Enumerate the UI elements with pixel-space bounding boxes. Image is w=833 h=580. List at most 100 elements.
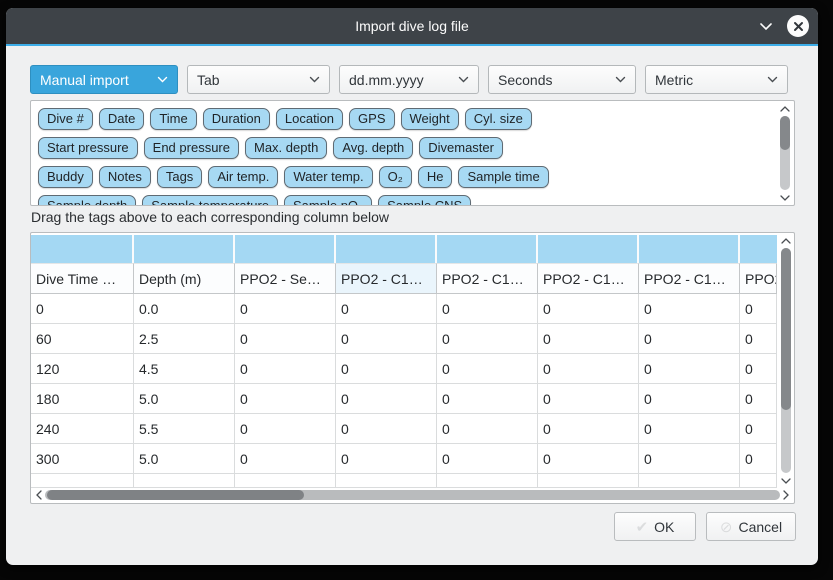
tag-tags[interactable]: Tags — [157, 166, 202, 188]
tag-sample-cns[interactable]: Sample CNS — [378, 195, 471, 206]
tag-row: Sample depth Sample temperature Sample pO₂… — [38, 195, 770, 206]
table-row: 602.5000000 — [31, 324, 777, 354]
tag-time[interactable]: Time — [150, 108, 196, 130]
tag-date[interactable]: Date — [99, 108, 144, 130]
titlebar[interactable]: Import dive log file — [6, 8, 818, 44]
table-cell: 0 — [538, 324, 639, 354]
table-cell: 0 — [437, 414, 538, 444]
tag-dive[interactable]: Dive # — [38, 108, 93, 130]
ok-button[interactable]: ✔ OK — [614, 512, 696, 541]
tag-sample-depth[interactable]: Sample depth — [38, 195, 136, 206]
column-header[interactable]: PPO2 - Se… — [235, 263, 336, 294]
tag-sample-po[interactable]: Sample pO₂ — [284, 195, 372, 206]
scrollbar-thumb[interactable] — [47, 490, 304, 500]
drop-target-cell[interactable] — [740, 235, 777, 263]
scrollbar-thumb[interactable] — [780, 116, 790, 150]
table-cell: 0 — [639, 384, 740, 414]
column-header[interactable]: Depth (m) — [134, 263, 235, 294]
table-cell: 0 — [538, 414, 639, 444]
drop-target-cell[interactable] — [538, 235, 639, 263]
table-cell: 60 — [31, 324, 134, 354]
ok-button-label: OK — [654, 519, 674, 535]
tag-duration[interactable]: Duration — [203, 108, 270, 130]
scroll-down-icon[interactable] — [780, 192, 790, 203]
drop-target-cell[interactable] — [134, 235, 235, 263]
table-row: 00.0000000 — [31, 294, 777, 324]
import-dialog-window: Import dive log file Manual import Tab d… — [6, 8, 818, 565]
tags-scrollbar[interactable] — [777, 103, 792, 203]
scrollbar-thumb[interactable] — [781, 248, 791, 410]
tag-air-temp[interactable]: Air temp. — [208, 166, 278, 188]
tag-water-temp[interactable]: Water temp. — [284, 166, 372, 188]
table-cell: 0 — [639, 444, 740, 474]
scroll-up-icon[interactable] — [781, 235, 791, 246]
table-row-partial — [31, 474, 777, 488]
import-source-select[interactable]: Manual import — [30, 65, 178, 94]
tag-cyl-size[interactable]: Cyl. size — [465, 108, 532, 130]
tag-row: Dive # Date Time Duration Location GPS Weight C… — [38, 108, 770, 130]
duration-format-select[interactable]: Seconds — [488, 65, 636, 94]
tag-weight[interactable]: Weight — [401, 108, 459, 130]
tag-start-pressure[interactable]: Start pressure — [38, 137, 138, 159]
cancel-button[interactable]: ⊘ Cancel — [706, 512, 796, 541]
scrollbar-track[interactable] — [780, 116, 790, 190]
table-cell: 0 — [336, 294, 437, 324]
scrollbar-track[interactable] — [45, 490, 780, 500]
column-header[interactable]: PPO2 - C1… — [437, 263, 538, 294]
table-row: 1204.5000000 — [31, 354, 777, 384]
tag-he[interactable]: He — [418, 166, 453, 188]
drop-target-cell[interactable] — [235, 235, 336, 263]
table-cell — [235, 474, 336, 488]
table-vertical-scrollbar[interactable] — [778, 235, 793, 486]
tag-row: Buddy Notes Tags Air temp. Water temp. O₂ HeSa… — [38, 166, 770, 188]
drop-target-cell[interactable] — [437, 235, 538, 263]
tag-buddy[interactable]: Buddy — [38, 166, 93, 188]
table-cell: 0 — [740, 354, 777, 384]
shade-chevron-down-icon[interactable] — [759, 22, 773, 31]
tag-notes[interactable]: Notes — [99, 166, 151, 188]
tag-o[interactable]: O₂ — [379, 166, 412, 188]
drop-target-cell[interactable] — [31, 235, 134, 263]
drag-instruction-label: Drag the tags above to each correspondin… — [31, 209, 389, 225]
column-header[interactable]: PPO2 - C1… — [639, 263, 740, 294]
table-cell: 0 — [639, 354, 740, 384]
table-cell: 5.5 — [134, 414, 235, 444]
table-cell: 0 — [336, 384, 437, 414]
table-row: 3005.0000000 — [31, 444, 777, 474]
tag-gps[interactable]: GPS — [349, 108, 394, 130]
tag-max-depth[interactable]: Max. depth — [245, 137, 327, 159]
field-separator-select[interactable]: Tab — [187, 65, 330, 94]
tag-end-pressure[interactable]: End pressure — [144, 137, 239, 159]
table-cell: 0 — [336, 324, 437, 354]
column-header[interactable]: PPO2 - C1… — [538, 263, 639, 294]
tag-avg-depth[interactable]: Avg. depth — [333, 137, 413, 159]
close-icon[interactable] — [787, 15, 809, 37]
tag-sample-time[interactable]: Sample time — [458, 166, 548, 188]
table-cell: 0 — [538, 384, 639, 414]
scroll-up-icon[interactable] — [780, 103, 790, 114]
drop-target-cell[interactable] — [336, 235, 437, 263]
tag-location[interactable]: Location — [276, 108, 343, 130]
column-header[interactable]: PPO2 - C1… — [336, 263, 437, 294]
table-cell — [538, 474, 639, 488]
tag-divemaster[interactable]: Divemaster — [419, 137, 503, 159]
table-cell: 0 — [437, 324, 538, 354]
drop-target-cell[interactable] — [639, 235, 740, 263]
scroll-down-icon[interactable] — [781, 475, 791, 486]
table-cell: 0 — [639, 294, 740, 324]
date-format-value: dd.mm.yyyy — [349, 72, 424, 88]
check-icon: ✔ — [636, 518, 649, 536]
column-header[interactable]: Dive Time … — [31, 263, 134, 294]
units-select[interactable]: Metric — [645, 65, 788, 94]
tag-list: Dive # Date Time Duration Location GPS Weight C… — [38, 108, 770, 206]
scroll-left-icon[interactable] — [33, 490, 45, 500]
scrollbar-track[interactable] — [781, 248, 791, 473]
table-cell: 0 — [31, 294, 134, 324]
table-cell: 0 — [437, 384, 538, 414]
column-header[interactable]: PPO2 - C1… — [740, 263, 777, 294]
date-format-select[interactable]: dd.mm.yyyy — [339, 65, 479, 94]
table-cell: 300 — [31, 444, 134, 474]
tag-sample-temperature[interactable]: Sample temperature — [142, 195, 278, 206]
table-horizontal-scrollbar[interactable] — [33, 487, 792, 502]
scroll-right-icon[interactable] — [780, 490, 792, 500]
